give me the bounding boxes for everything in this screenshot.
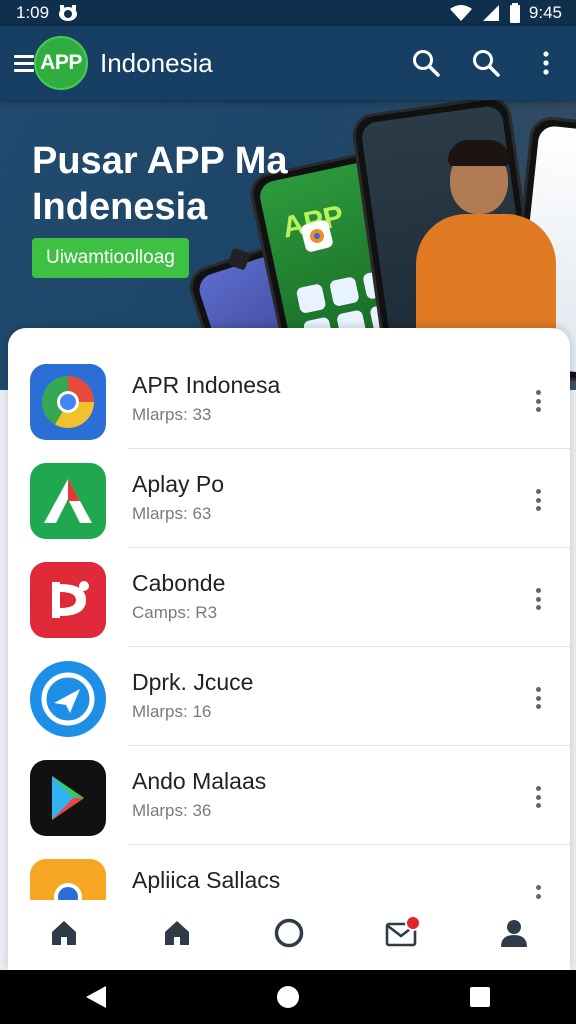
more-vert-icon[interactable]	[528, 584, 548, 614]
list-item[interactable]: APR Indonesa Mlarps: 33	[8, 350, 570, 449]
app-bar: APP Indonesia	[0, 26, 576, 100]
triangle-app-icon	[30, 463, 106, 539]
play-store-icon	[30, 760, 106, 836]
more-vert-icon[interactable]	[528, 782, 548, 812]
more-vert-icon[interactable]	[530, 47, 562, 79]
search-icon[interactable]	[470, 47, 502, 79]
notification-badge	[405, 915, 422, 931]
app-name: APR Indonesa	[132, 372, 281, 398]
chrome-icon	[30, 364, 106, 440]
banner-cta-button[interactable]: Uiwamtioolloag	[32, 238, 189, 278]
circle-icon[interactable]	[267, 911, 311, 955]
more-vert-icon[interactable]	[528, 386, 548, 416]
app-name: Ando Malaas	[132, 768, 267, 794]
list-item[interactable]: Aplay Po Mlarps: 63	[8, 449, 570, 548]
banner-headline: Pusar APP Ma Indenesia	[32, 138, 288, 230]
profile-icon[interactable]	[492, 911, 536, 955]
app-name: Cabonde	[132, 570, 226, 596]
send-icon	[30, 661, 106, 737]
system-navigation	[0, 970, 576, 1024]
home-icon[interactable]	[42, 911, 86, 955]
app-meta: Mlarps: 63	[132, 504, 212, 523]
notification-icon	[59, 5, 78, 21]
banner-headline-line2: Indenesia	[32, 186, 208, 228]
battery-icon	[509, 3, 520, 23]
more-vert-icon[interactable]	[528, 683, 548, 713]
recents-icon[interactable]	[460, 977, 500, 1017]
app-title: Indonesia	[100, 47, 213, 78]
app-meta: Mlarps: 33	[132, 405, 212, 424]
banner-headline-line1: Pusar APP Ma	[32, 140, 288, 182]
back-icon[interactable]	[76, 977, 116, 1017]
home-button-icon[interactable]	[268, 977, 308, 1017]
bottom-navigation	[8, 900, 570, 970]
app-list-card: APR Indonesa Mlarps: 33 Aplay Po Mlarps:…	[8, 328, 570, 970]
cabonde-icon	[30, 562, 106, 638]
list-item[interactable]: Ando Malaas Mlarps: 36	[8, 746, 570, 845]
app-list: APR Indonesa Mlarps: 33 Aplay Po Mlarps:…	[8, 350, 570, 944]
more-vert-icon[interactable]	[528, 485, 548, 515]
status-bar: 1:09 9:45	[0, 0, 576, 26]
list-item[interactable]: Cabonde Camps: R3	[8, 548, 570, 647]
app-logo: APP	[34, 36, 88, 90]
status-time: 1:09	[16, 3, 50, 22]
status-battery-time: 9:45	[528, 3, 562, 22]
app-meta: Mlarps: 16	[132, 702, 212, 721]
app-name: Apliica Sallacs	[132, 867, 281, 893]
wifi-icon	[449, 5, 472, 21]
app-meta: Mlarps: 36	[132, 801, 212, 820]
home-icon[interactable]	[155, 911, 199, 955]
app-name: Aplay Po	[132, 471, 225, 497]
signal-icon	[482, 5, 499, 21]
search-icon[interactable]	[410, 47, 442, 79]
list-item[interactable]: Dprk. Jcuce Mlarps: 16	[8, 647, 570, 746]
mail-icon[interactable]	[379, 911, 423, 955]
app-meta: Camps: R3	[132, 603, 218, 622]
app-name: Dprk. Jcuce	[132, 669, 254, 695]
